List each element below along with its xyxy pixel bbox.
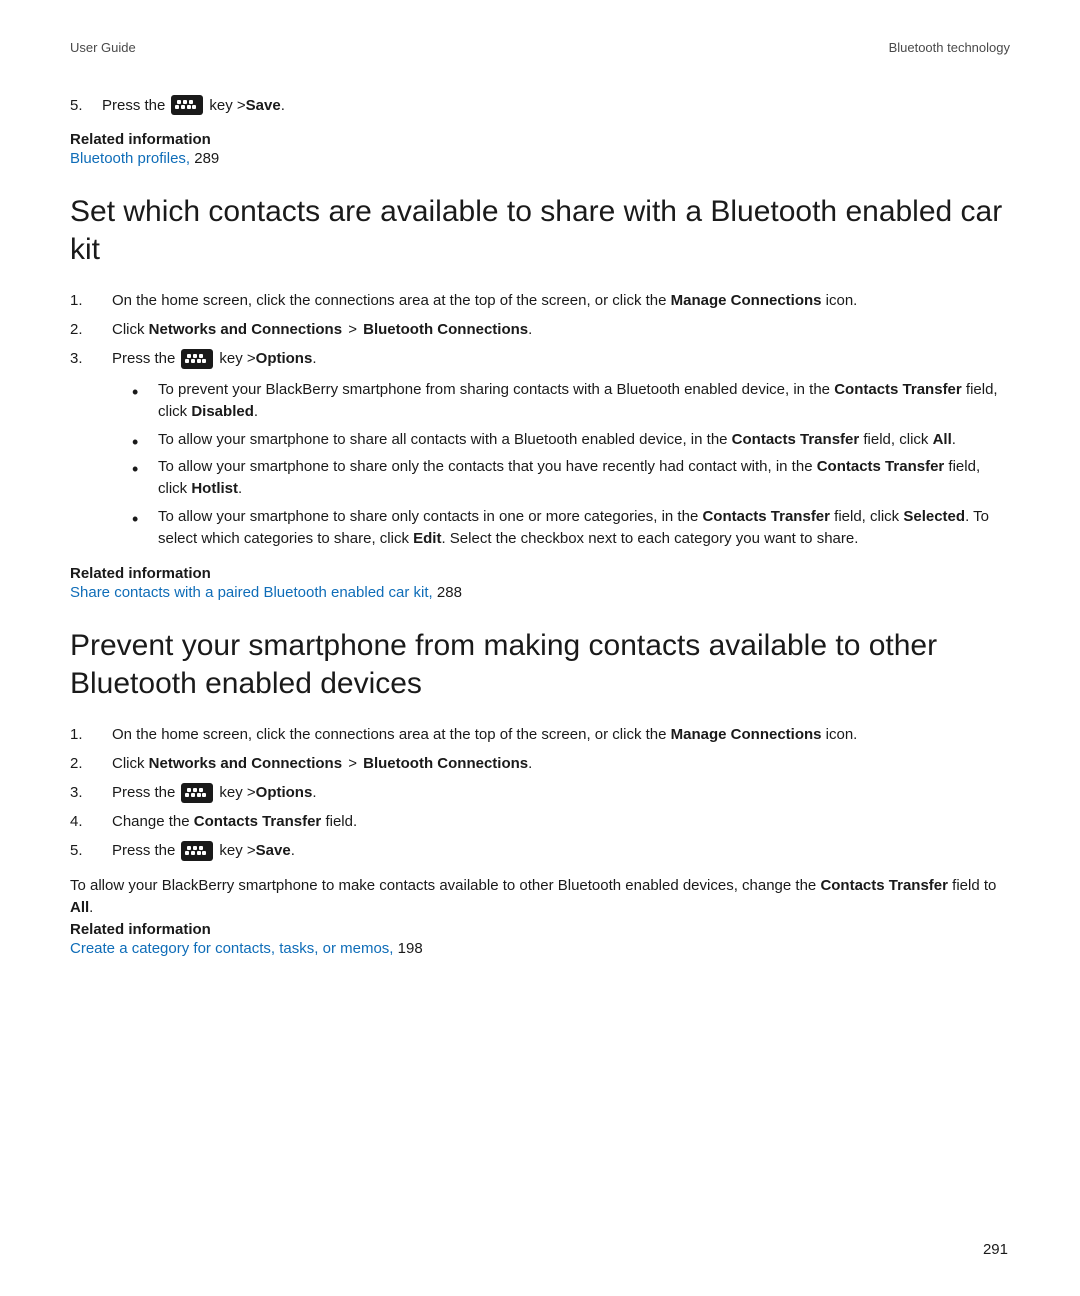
step-content: Press the key > Options. [112, 348, 317, 369]
list-item: 3. Press the key > Options. [70, 782, 1010, 803]
blackberry-key-icon [171, 95, 203, 115]
list-item: 5. Press the key > Save. [70, 840, 1010, 861]
bluetooth-profiles-link[interactable]: Bluetooth profiles, [70, 150, 194, 167]
list-item: To allow your smartphone to share only t… [132, 456, 1010, 500]
step-number: 5. [70, 840, 112, 861]
list-item: 4. Change the Contacts Transfer field. [70, 811, 1010, 832]
list-item: 2. Click Networks and Connections > Blue… [70, 753, 1010, 774]
related-link-line: Create a category for contacts, tasks, o… [70, 940, 1010, 957]
step-content: Press the key > Save. [112, 840, 295, 861]
related-link-line: Bluetooth profiles, 289 [70, 150, 1010, 167]
step-content: Press the key > Options. [112, 782, 317, 803]
intro-step: 5. Press the key > Save . [70, 95, 1010, 115]
step-content: Click Networks and Connections > Bluetoo… [112, 319, 532, 340]
step-number: 1. [70, 290, 112, 311]
list-item: 2. Click Networks and Connections > Blue… [70, 319, 1010, 340]
steps-list-1: 1. On the home screen, click the connect… [70, 290, 1010, 369]
header-left: User Guide [70, 40, 136, 55]
related-link-line: Share contacts with a paired Bluetooth e… [70, 584, 1010, 601]
step-number: 2. [70, 319, 112, 340]
steps-list-2: 1. On the home screen, click the connect… [70, 724, 1010, 861]
blackberry-key-icon [181, 841, 213, 861]
step-number: 1. [70, 724, 112, 745]
step-content: On the home screen, click the connection… [112, 724, 857, 745]
page-header: User Guide Bluetooth technology [70, 40, 1010, 55]
related-info-heading: Related information [70, 921, 1010, 938]
step-content: On the home screen, click the connection… [112, 290, 857, 311]
list-item: To allow your smartphone to share only c… [132, 506, 1010, 550]
header-right: Bluetooth technology [889, 40, 1010, 55]
related-info-heading: Related information [70, 565, 1010, 582]
page-number: 291 [983, 1241, 1008, 1258]
paragraph-allow-contacts: To allow your BlackBerry smartphone to m… [70, 875, 1010, 919]
section-heading-contacts-carkit: Set which contacts are available to shar… [70, 193, 1010, 268]
step-number: 4. [70, 811, 112, 832]
list-item: To prevent your BlackBerry smartphone fr… [132, 379, 1010, 423]
list-item: 1. On the home screen, click the connect… [70, 724, 1010, 745]
step-content: Click Networks and Connections > Bluetoo… [112, 753, 532, 774]
related-info-heading: Related information [70, 131, 1010, 148]
step-number: 3. [70, 348, 112, 369]
section-heading-prevent-contacts: Prevent your smartphone from making cont… [70, 627, 1010, 702]
list-item: To allow your smartphone to share all co… [132, 429, 1010, 451]
create-category-link[interactable]: Create a category for contacts, tasks, o… [70, 940, 398, 957]
step-number: 5. [70, 97, 102, 114]
list-item: 1. On the home screen, click the connect… [70, 290, 1010, 311]
step-content: Change the Contacts Transfer field. [112, 811, 357, 832]
blackberry-key-icon [181, 783, 213, 803]
share-contacts-carkit-link[interactable]: Share contacts with a paired Bluetooth e… [70, 584, 437, 601]
step-number: 2. [70, 753, 112, 774]
blackberry-key-icon [181, 349, 213, 369]
step-content: Press the key > Save . [102, 95, 285, 115]
bullet-list-1: To prevent your BlackBerry smartphone fr… [70, 379, 1010, 549]
list-item: 3. Press the key > Options. [70, 348, 1010, 369]
step-number: 3. [70, 782, 112, 803]
